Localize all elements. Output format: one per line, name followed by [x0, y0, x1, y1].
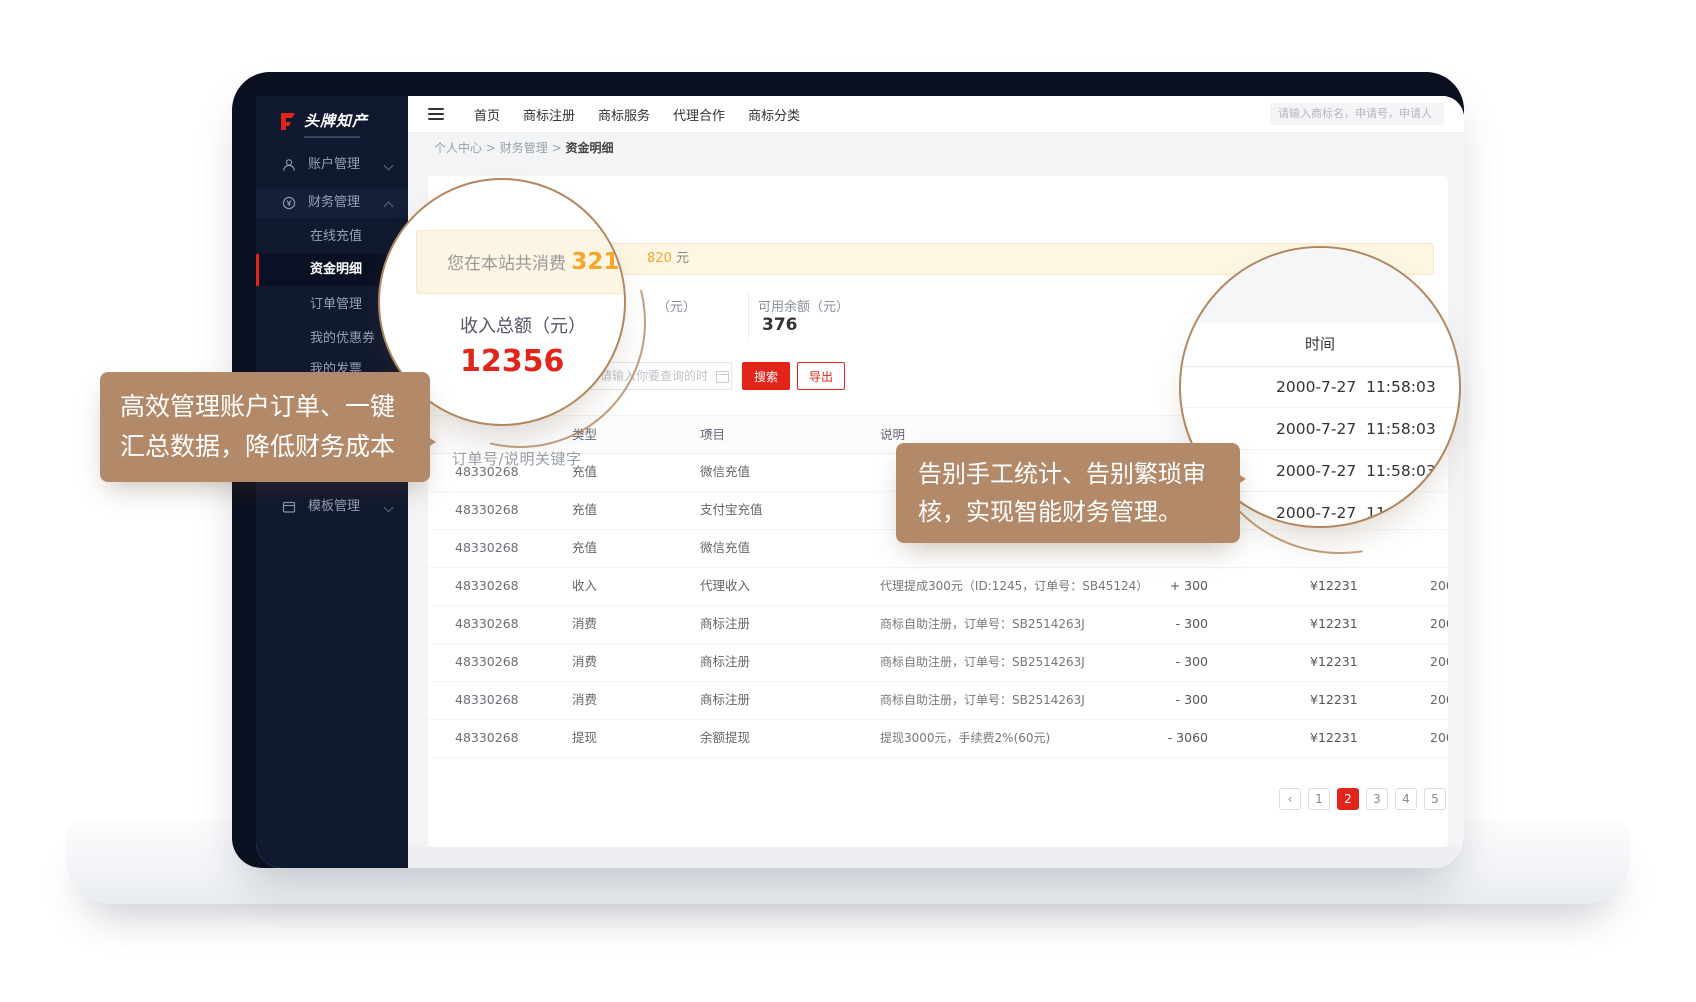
sidebar-item-label: 在线充值	[310, 222, 362, 252]
page: 头牌知产 账户管理 财务管理 在线充值 资	[0, 0, 1696, 1002]
active-indicator	[256, 254, 259, 286]
hamburger-menu-icon[interactable]	[428, 108, 444, 120]
nav-item-trademark-services[interactable]: 商标服务	[598, 105, 650, 124]
table-row: 48330268提现余额提现提现3000元，手续费2%(60元)- 3060¥1…	[428, 719, 1448, 758]
screen-bottom-band	[408, 847, 1464, 868]
pagination-page-3[interactable]: 3	[1366, 788, 1388, 810]
sidebar-item-label: 账户管理	[308, 150, 360, 180]
brand-logo[interactable]: 头牌知产	[278, 110, 368, 131]
table-header-project[interactable]: 项目	[700, 416, 713, 453]
sidebar-item-label: 订单管理	[310, 290, 362, 320]
finance-icon	[282, 196, 296, 210]
sidebar-item-label: 财务管理	[308, 188, 360, 218]
stat-balance-value: 376	[762, 315, 798, 335]
sidebar-item-account[interactable]: 账户管理	[256, 150, 408, 180]
magnified-banner: 您在本站共消费 32124	[416, 230, 626, 294]
brand-logo-text: 头牌知产	[304, 110, 368, 131]
sidebar-item-templates[interactable]: 模板管理	[256, 492, 408, 522]
sidebar-item-label: 模板管理	[308, 492, 360, 522]
calendar-icon[interactable]	[716, 371, 729, 383]
table-row: 48330268消费商标注册商标自助注册，订单号：SB2514263J- 300…	[428, 643, 1448, 682]
sidebar-item-label: 资金明细	[310, 254, 362, 286]
tooltip-left: 高效管理账户订单、一键汇总数据，降低财务成本	[100, 372, 430, 482]
magnified-income-value: 12356	[460, 344, 564, 379]
magnified-time-header: 时间	[1181, 323, 1459, 367]
trademark-search-input[interactable]	[1270, 103, 1444, 125]
table-row: 48330268收入代理收入代理提成300元（ID:1245，订单号：SB451…	[428, 567, 1448, 606]
magnified-banner-prefix: 您在本站共消费	[447, 254, 566, 274]
magnified-time-row: 2000-7-27 11:58:03	[1181, 366, 1459, 408]
sidebar: 头牌知产 账户管理 财务管理 在线充值 资	[256, 96, 408, 868]
magnified-income-label: 收入总额（元）	[460, 312, 586, 338]
sidebar-item-online-recharge[interactable]: 在线充值	[256, 222, 408, 252]
pagination: ‹ 1 2 3 4 5	[1279, 788, 1446, 810]
breadcrumb-current: 资金明细	[565, 141, 613, 155]
magnified-banner-amount: 32124	[571, 249, 626, 275]
pagination-page-4[interactable]: 4	[1395, 788, 1417, 810]
export-button[interactable]: 导出	[797, 362, 845, 390]
stat-divider	[748, 292, 749, 338]
table-row: 48330268消费商标注册商标自助注册，订单号：SB2514263J- 300…	[428, 605, 1448, 644]
brand-logo-subline	[304, 136, 360, 138]
stat-middle-label: （元）	[657, 296, 696, 315]
user-icon	[282, 158, 296, 172]
breadcrumb-separator: >	[552, 141, 562, 155]
breadcrumb-home[interactable]: 个人中心	[434, 141, 482, 155]
chevron-down-icon	[384, 503, 394, 513]
top-navigation: 首页 商标注册 商标服务 代理合作 商标分类	[408, 96, 1464, 133]
pagination-page-5[interactable]: 5	[1424, 788, 1446, 810]
brand-logo-icon	[278, 111, 298, 131]
breadcrumb-section[interactable]: 财务管理	[500, 141, 548, 155]
breadcrumb: 个人中心 > 财务管理 > 资金明细	[434, 132, 613, 164]
search-button[interactable]: 搜索	[742, 362, 790, 390]
magnified-order-header-fragment: 订单号/说明关键字	[452, 448, 582, 469]
template-icon	[282, 500, 296, 514]
pagination-prev-button[interactable]: ‹	[1279, 788, 1301, 810]
pagination-page-1[interactable]: 1	[1308, 788, 1330, 810]
nav-item-trademark-category[interactable]: 商标分类	[748, 105, 800, 124]
nav-item-home[interactable]: 首页	[474, 105, 500, 124]
tooltip-right: 告别手工统计、告别繁琐审核，实现智能财务管理。	[896, 443, 1240, 543]
nav-menu: 首页 商标注册 商标服务 代理合作 商标分类	[474, 105, 800, 124]
stat-balance-label: 可用余额（元）	[758, 296, 849, 315]
breadcrumb-separator: >	[486, 141, 496, 155]
consumption-banner-tail: 820 元	[647, 244, 689, 274]
sidebar-item-finance[interactable]: 财务管理	[256, 188, 408, 218]
nav-item-agent-cooperation[interactable]: 代理合作	[673, 105, 725, 124]
sidebar-item-label: 我的优惠券	[310, 324, 375, 354]
pagination-page-2-active[interactable]: 2	[1337, 788, 1359, 810]
chevron-down-icon	[384, 161, 394, 171]
nav-item-trademark-register[interactable]: 商标注册	[523, 105, 575, 124]
table-row: 48330268消费商标注册商标自助注册，订单号：SB2514263J- 300…	[428, 681, 1448, 720]
chevron-up-icon	[384, 202, 394, 212]
magnified-page-background	[1181, 248, 1459, 323]
